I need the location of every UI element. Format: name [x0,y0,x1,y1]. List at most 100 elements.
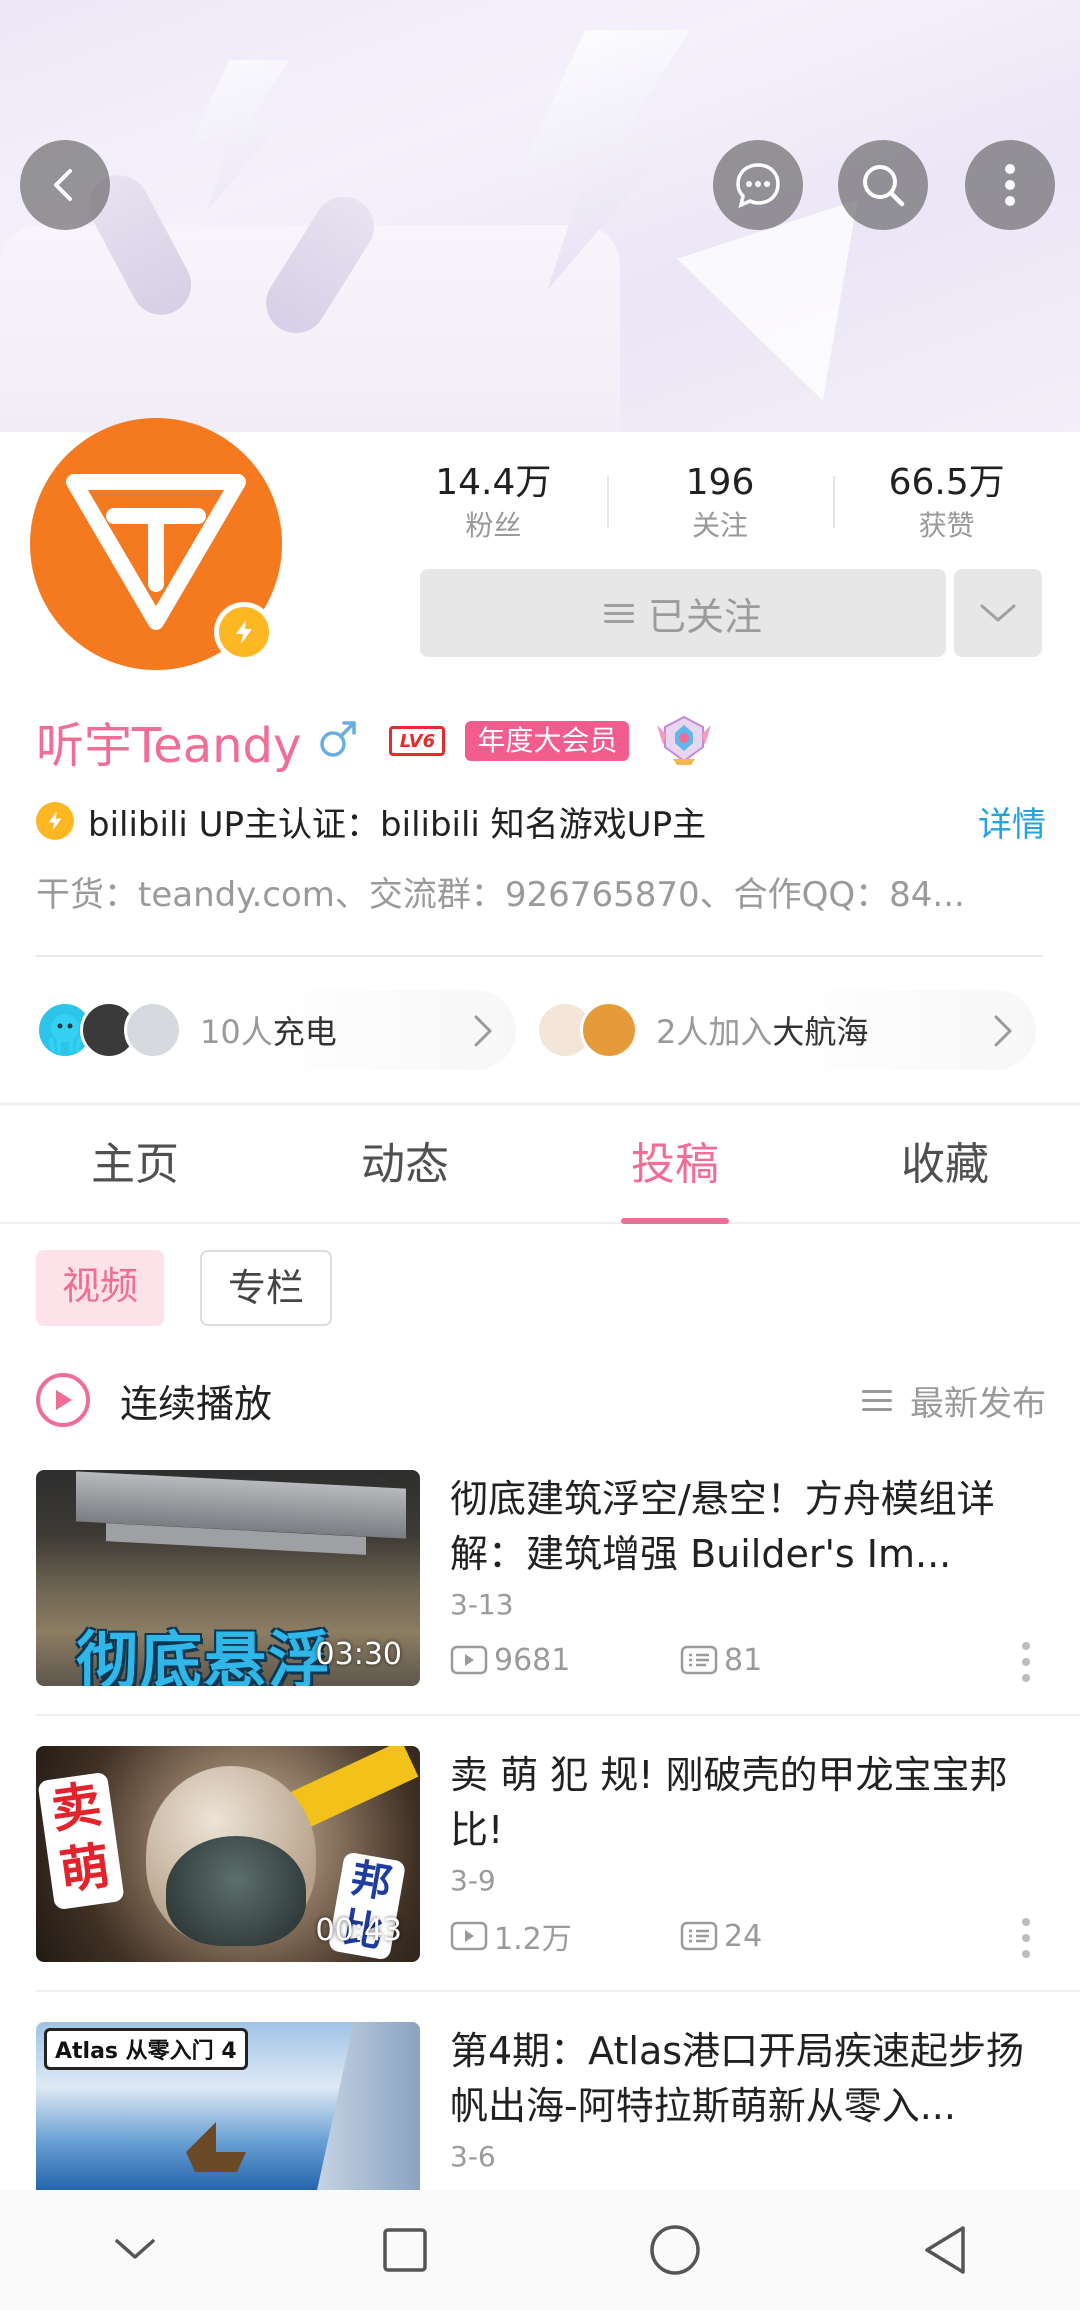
thumbnail-caption: 卖萌 [37,1771,125,1911]
supporter-avatar [124,1001,182,1059]
stat-likes[interactable]: 66.5万 获赞 [833,458,1060,548]
stat-fans[interactable]: 14.4万 粉丝 [380,458,607,548]
video-thumbnail[interactable]: 彻底悬浮 03:30 [36,1470,420,1686]
row-divider [36,1714,1080,1716]
play-circle-icon[interactable] [36,1373,90,1427]
stat-following[interactable]: 196 关注 [606,458,834,548]
nav-collapse-button[interactable] [75,2190,195,2310]
vip-badge[interactable]: 年度大会员 [465,721,630,761]
male-icon [317,718,359,764]
divider [36,955,1042,957]
video-date: 3-13 [450,1588,514,1621]
charge-text: 10人充电 [200,1013,337,1051]
guard-card[interactable]: 2人加入大航海 [536,990,1036,1070]
square-icon [383,2228,427,2272]
guard-text: 2人加入大航海 [656,1013,869,1051]
tab-dynamic[interactable]: 动态 [270,1106,540,1222]
user-name: 听宇Teandy [36,718,302,774]
certification-row: bilibili UP主认证：bilibili 知名游戏UP主 详情 [36,796,1046,846]
comment-count: 24 [680,1916,762,1956]
medal-icon[interactable] [653,711,715,771]
video-title: 卖 萌 犯 规! 刚破壳的甲龙宝宝邦比! [450,1753,1008,1852]
video-title: 彻底建筑浮空/悬空！方舟模组详解：建筑增强 Builder's Im... [450,1477,995,1576]
video-item[interactable]: 彻底悬浮 03:30 彻底建筑浮空/悬空！方舟模组详解：建筑增强 Builder… [36,1470,1046,1686]
video-thumbnail[interactable]: 卖萌 邦比 00:43 [36,1746,420,1962]
profile-tabs: 主页 动态 投稿 收藏 [0,1106,1080,1224]
chevron-down-icon [980,604,1016,622]
video-duration: 03:30 [315,1637,402,1672]
stat-value: 14.4万 [435,462,552,503]
user-signature[interactable]: 干货：teandy.com、交流群：926765870、合作QQ：84... [36,870,1046,920]
guard-avatar [580,1001,638,1059]
followed-button[interactable]: 已关注 [420,569,946,657]
continuous-play-button[interactable]: 连续播放 [120,1373,862,1428]
followed-label: 已关注 [647,594,762,639]
circle-icon [650,2225,700,2275]
tab-favorites[interactable]: 收藏 [810,1106,1080,1222]
view-count: 1.2万 [450,1916,572,1957]
search-button[interactable] [838,140,928,230]
stat-value: 196 [685,462,755,503]
view-count: 9681 [450,1640,570,1680]
back-button[interactable] [20,140,110,230]
sort-lines-icon [862,1384,892,1417]
thumbnail-caption: 彻底悬浮 [76,1624,333,1686]
upload-subtabs: 视频 专栏 [36,1250,333,1326]
follow-options-button[interactable] [954,569,1042,657]
more-vertical-icon[interactable] [1020,1640,1032,1692]
playlist-row: 连续播放 最新发布 [36,1370,1046,1430]
stat-label: 获赞 [918,509,975,542]
certification-text: bilibili UP主认证：bilibili 知名游戏UP主 [88,804,707,845]
subtab-video[interactable]: 视频 [36,1250,165,1326]
avatar[interactable] [30,418,282,670]
verified-badge [214,602,274,662]
certification-icon [36,802,74,840]
nav-home-button[interactable] [615,2190,735,2310]
tab-uploads[interactable]: 投稿 [540,1106,810,1224]
chevron-right-icon [472,1014,494,1052]
menu-lines-icon [603,599,634,628]
sort-button[interactable]: 最新发布 [862,1376,1046,1425]
triangle-back-icon [925,2226,965,2274]
nav-recents-button[interactable] [345,2190,465,2310]
charge-row: 10人充电 2人加入大航海 [36,990,1046,1070]
danmaku-icon [680,1921,718,1951]
certification-detail-link[interactable]: 详情 [978,797,1046,846]
play-count-icon [450,1921,488,1951]
play-count-icon [450,1645,488,1675]
danmaku-icon [680,1645,718,1675]
video-date: 3-9 [450,1864,496,1897]
video-meta: 1.2万 24 [450,1916,1046,1958]
system-nav-bar [0,2190,1080,2310]
nav-back-button[interactable] [885,2190,1005,2310]
level-badge: LV6 [389,726,446,756]
profile-stats: 14.4万 粉丝 196 关注 66.5万 获赞 [380,458,1060,548]
stat-label: 粉丝 [465,509,522,542]
sort-label: 最新发布 [910,1383,1046,1424]
video-meta: 9681 81 [450,1640,1046,1682]
more-vertical-icon[interactable] [1020,1916,1032,1968]
name-row: 听宇Teandy LV6 年度大会员 [36,706,715,776]
video-item[interactable]: 卖萌 邦比 00:43 卖 萌 犯 规! 刚破壳的甲龙宝宝邦比! 3-9 1.2… [36,1746,1046,1962]
more-vertical-icon [1003,162,1017,208]
video-thumbnail[interactable]: Atlas 从零入门 4 [36,2022,420,2190]
profile-banner [0,0,1080,432]
message-button[interactable] [713,140,803,230]
lightning-icon [236,620,252,644]
chevron-down-icon [115,2239,155,2259]
subtab-article[interactable]: 专栏 [200,1250,333,1326]
chevron-right-icon [992,1014,1014,1052]
thumbnail-caption: Atlas 从零入门 4 [44,2028,248,2070]
charge-card[interactable]: 10人充电 [36,990,516,1070]
video-duration: 00:43 [315,1913,402,1948]
row-divider [36,1990,1080,1992]
stat-value: 66.5万 [888,462,1005,503]
more-button[interactable] [965,140,1055,230]
video-item[interactable]: Atlas 从零入门 4 第4期：Atlas港口开局疾速起步扬帆出海-阿特拉斯萌… [36,2022,1046,2190]
message-bubble-icon [732,159,784,211]
stat-label: 关注 [692,509,749,542]
comment-count: 81 [680,1640,762,1680]
tab-home[interactable]: 主页 [0,1106,270,1222]
back-arrow-icon [45,165,85,205]
search-icon [858,160,908,210]
